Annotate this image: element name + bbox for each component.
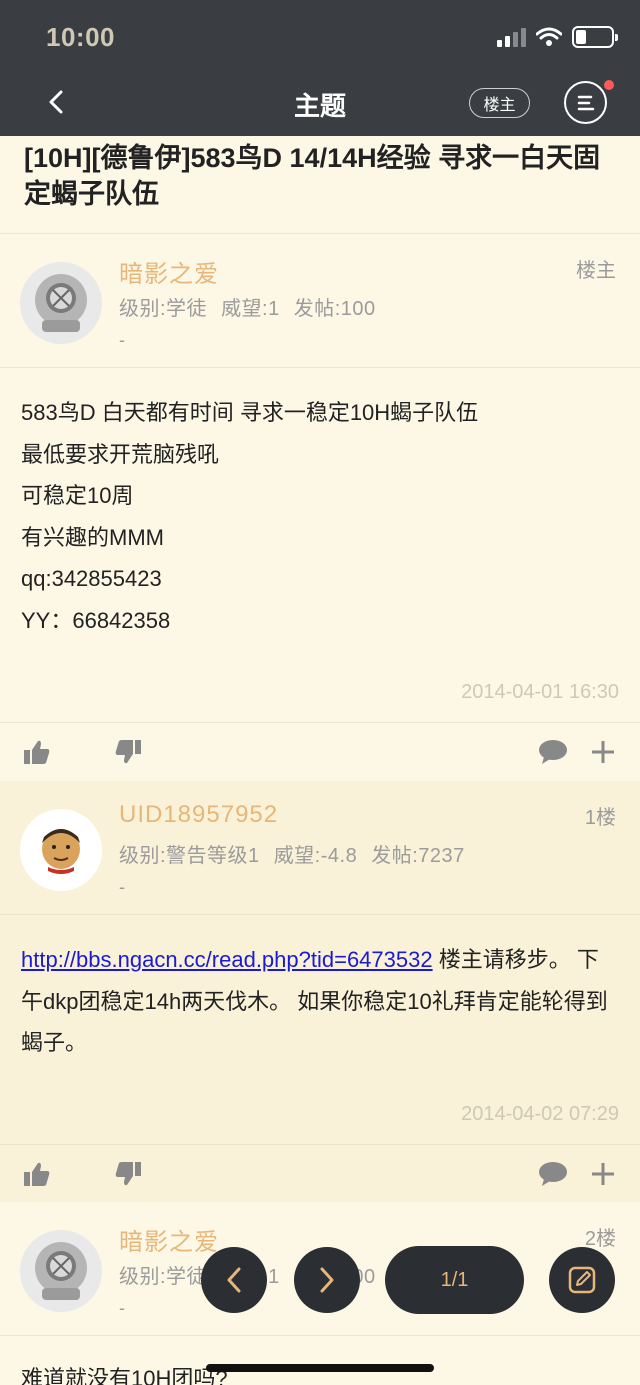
more-button[interactable] [588,1159,618,1189]
post-floor-1: UID18957952 级别:警告等级1 威望:-4.8 发帖:7237 - 1楼 … [0,781,640,1202]
face-avatar-icon [20,809,102,891]
author-level: 级别:学徒 [119,1266,208,1288]
comment-icon [539,740,567,764]
diver-helmet-icon [20,262,102,344]
author-signature: - [119,1298,125,1318]
floor-label: 2楼 [584,1228,616,1250]
wifi-icon [536,27,562,46]
like-button[interactable] [22,737,52,767]
content-line: YY：66842358 [21,607,171,633]
thumb-down-icon [115,1162,141,1186]
dislike-button[interactable] [113,1159,143,1189]
topic-title: [10H][德鲁伊]583鸟D 14/14H经验 寻求一白天固定蝎子队伍 [0,136,640,234]
menu-button[interactable] [564,81,607,124]
post-content: http://bbs.ngacn.cc/read.php?tid=6473532… [0,915,640,1064]
page-indicator[interactable]: 1/1 [385,1246,524,1314]
more-button[interactable] [588,737,618,767]
next-icon [320,1267,334,1293]
author-meta: 级别:学徒威望:1 发帖:100 [119,292,376,321]
plus-icon [592,741,614,763]
diver-helmet-icon [20,1230,102,1312]
floor-label: 1楼 [584,807,616,829]
author-prestige: 威望:-4.8 [273,845,358,867]
home-indicator [206,1364,434,1372]
avatar[interactable] [20,1230,102,1312]
prev-page-button[interactable] [201,1247,267,1313]
post-content: 难道就没有10H团吗? [0,1336,640,1385]
post-header: UID18957952 级别:警告等级1 威望:-4.8 发帖:7237 - 1楼 [0,781,640,915]
only-op-button[interactable]: 楼主 [469,88,530,118]
comment-button[interactable] [538,1159,568,1189]
like-button[interactable] [22,1159,52,1189]
author-name[interactable]: 暗影之爱 [119,1222,219,1257]
prev-icon [227,1267,241,1293]
avatar[interactable] [20,809,102,891]
notification-dot [604,80,614,90]
author-level: 级别:警告等级1 [119,845,260,867]
content-line: 可稳定10周 [21,483,134,508]
thumb-up-icon [24,740,50,764]
next-page-button[interactable] [294,1247,360,1313]
dislike-button[interactable] [113,737,143,767]
avatar[interactable] [20,262,102,344]
post-op: 暗影之爱 级别:学徒 威望:1 发帖:100 - 楼主 583鸟D 白天都有时间 寻… [0,234,640,781]
menu-icon [577,95,594,110]
floor-label: 楼主 [576,260,616,282]
author-name[interactable]: UID18957952 [119,801,278,829]
author-meta: 级别:警告等级1 威望:-4.8 发帖:7237 [119,839,465,868]
status-bar: 10:00 [0,0,640,68]
post-actions [0,1144,640,1202]
post-time: 2014-04-01 16:30 [461,681,619,703]
content-line: 最低要求开荒脑残吼 [21,441,220,467]
content-link[interactable]: http://bbs.ngacn.cc/read.php?tid=6473532 [21,947,433,972]
comment-button[interactable] [538,737,568,767]
signal-icon [497,27,526,47]
author-level: 级别:学徒 [119,298,208,320]
author-post-count: 发帖:100 [293,298,376,320]
content-line: qq:342855423 [21,566,162,591]
post-time: 2014-04-02 07:29 [461,1103,619,1125]
nav-bar: 主题 楼主 [0,68,640,136]
plus-icon [592,1163,614,1185]
post-actions [0,722,640,780]
back-icon [49,90,63,114]
reply-button[interactable] [549,1247,615,1313]
edit-icon [568,1266,596,1294]
comment-icon [539,1162,567,1186]
author-signature: - [119,330,125,350]
author-signature: - [119,877,125,897]
back-button[interactable] [36,82,76,122]
thumb-down-icon [115,740,141,764]
battery-icon [572,26,618,48]
post-header: 暗影之爱 级别:学徒 威望:1 发帖:100 - 楼主 [0,234,640,368]
content-line: 有兴趣的MMM [21,524,164,550]
thumb-up-icon [24,1162,50,1186]
status-icons [497,26,618,48]
author-post-count: 发帖:7237 [371,845,465,867]
content-line: 583鸟D 白天都有时间 寻求一稳定10H蝎子队伍 [21,400,479,425]
page-title: 主题 [293,91,346,121]
author-name[interactable]: 暗影之爱 [119,254,219,289]
post-content: 583鸟D 白天都有时间 寻求一稳定10H蝎子队伍 最低要求开荒脑残吼 可稳定1… [0,368,640,641]
author-prestige: 威望:1 [221,298,280,320]
